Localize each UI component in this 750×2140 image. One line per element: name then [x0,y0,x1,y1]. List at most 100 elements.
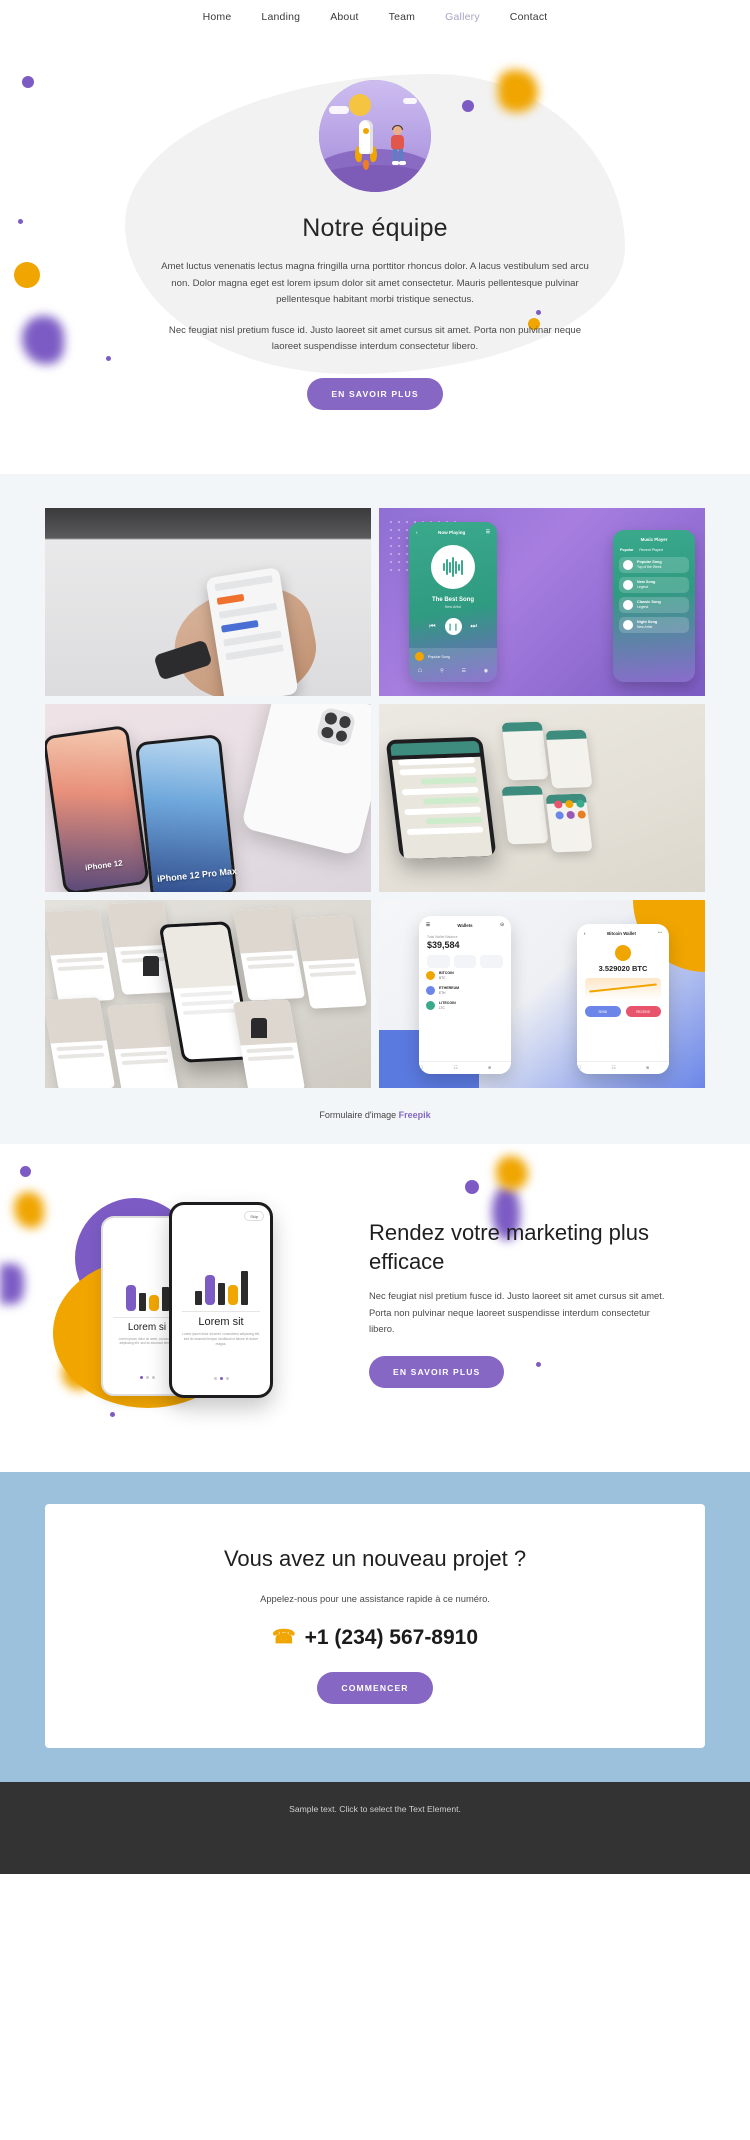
item-sub: Legend [637,585,649,590]
nav-item-about[interactable]: About [330,11,358,23]
nav-item-landing[interactable]: Landing [261,11,300,23]
phone-mockup-front: Skip Lorem sit Lorem ipsum dolor sit ame… [169,1202,273,1398]
chart-icon[interactable]: ☷ [611,1065,615,1071]
send-button[interactable]: SEND [585,1006,621,1017]
nav-item-contact[interactable]: Contact [510,11,548,23]
wallet-screen-1: ☰ Wallets ☉ Total Wallet Balance $39,584… [419,916,511,1074]
coin-sym: LTC [439,1005,445,1010]
nav-item-gallery[interactable]: Gallery [445,11,480,23]
hero-paragraph-1: Amet luctus venenatis lectus magna fring… [161,261,589,305]
start-button[interactable]: COMMENCER [317,1671,433,1704]
deco-dot-purple-6 [20,1166,31,1177]
list-item[interactable]: Classic Song Legend [619,597,689,613]
hero-paragraph-2: Nec feugiat nisl pretium fusce id. Justo… [168,324,582,353]
marketing-learn-more-button[interactable]: EN SAVOIR PLUS [369,1355,505,1388]
wallet-icon[interactable]: ■ [488,1065,491,1071]
contact-subtitle: Appelez-nous pour une assistance rapide … [260,1592,490,1604]
wallet-screen-2: ‹ Bitcoin Wallet ⋯ 3.529020 BTC SEND REC… [577,924,669,1074]
back-chevron-icon: ‹ [416,529,418,535]
item-sub: New Artist [637,625,653,630]
wallets-title: Wallets [457,922,473,928]
footer-text: Sample text. Click to select the Text El… [289,1803,461,1814]
pause-icon[interactable]: ❙❙ [444,618,462,635]
now-playing-label: Now Playing [438,529,466,535]
playlist-icon: ☰ [485,529,490,534]
home-icon[interactable]: ☖ [577,1065,581,1071]
music-player-label: Music Player [640,537,668,542]
item-sub: Legend [637,605,649,610]
contact-title: Vous avez un nouveau projet ? [223,1546,527,1571]
credit-text: Formulaire d'image [319,1110,399,1120]
contact-card: Vous avez un nouveau projet ? Appelez-no… [45,1504,705,1748]
marketing-illustration: Lorem si Lorem ipsum dolor sit amet, con… [45,1188,345,1418]
track-thumb [415,652,424,661]
gallery-tile-catalog-screens[interactable] [45,900,371,1088]
phone-front-caption: Lorem sit [198,1316,244,1329]
phone-number: +1 (234) 567-8910 [304,1625,479,1649]
music-player-screen-2: Music Player Popular Recent Played Popul… [613,530,695,682]
price-sparkline [585,978,661,1000]
bitcoin-icon [615,945,631,961]
track-name: Popular Song [428,654,450,659]
chart-icon[interactable]: ☷ [453,1065,457,1071]
coin-sym: ETH [439,990,446,995]
gallery-tile-hand-holding-phone[interactable] [45,508,371,696]
bell-icon[interactable]: ☉ [500,922,504,928]
more-icon[interactable]: ⋯ [658,930,662,936]
phone-icon: ☎ [271,1627,296,1649]
contact-section: Vous avez un nouveau projet ? Appelez-no… [0,1472,750,1782]
balance-label: Total Wallet Balance [427,935,458,939]
tab-popular[interactable]: Popular [620,548,633,552]
wallet-row[interactable]: BITCOIN BTC [419,968,511,983]
music-player-screen-1: ‹ Now Playing ☰ The Best Song New Artist… [409,522,497,682]
list-item[interactable]: New Song Legend [619,577,689,593]
main-navigation: Home Landing About Team Gallery Contact [0,0,750,34]
item-sub: Top of the Week [637,565,662,570]
gallery-tile-music-player[interactable]: ‹ Now Playing ☰ The Best Song New Artist… [379,508,705,696]
next-icon[interactable]: ⏭ [471,623,477,631]
nav-item-home[interactable]: Home [203,11,232,23]
menu-icon[interactable]: ☰ [426,922,430,928]
list-item[interactable]: Popular Song Top of the Week [619,557,689,573]
deco-blob-purple-2 [0,1264,24,1304]
home-icon[interactable]: ☖ [419,1065,423,1071]
credit-link-freepik[interactable]: Freepik [399,1110,431,1120]
wallet-row[interactable]: LITECOIN LTC [419,998,511,1013]
skip-button[interactable]: Skip [244,1211,264,1221]
marketing-paragraph: Nec feugiat nisl pretium fusce id. Justo… [369,1290,665,1335]
marketing-title: Rendez votre marketing plus efficace [369,1220,650,1275]
song-title: The Best Song [431,597,474,603]
previous-icon[interactable]: ⏮ [429,623,435,631]
balance-amount: $39,584 [427,940,460,950]
wallet-icon[interactable]: ■ [646,1065,649,1071]
list-item[interactable]: Night Song New Artist [619,617,689,633]
gallery-tile-phones-pink[interactable]: iPhone 12 iPhone 12 Pro Max [45,704,371,892]
deco-blob-yellow-2 [14,1192,44,1228]
back-icon[interactable]: ‹ [584,931,585,936]
btc-amount: 3.529020 BTC [598,964,648,973]
gallery-tile-chat-screens[interactable] [379,704,705,892]
home-icon[interactable]: ☖ [418,668,422,674]
song-artist: New Artist [444,605,462,609]
profile-icon[interactable]: ◉ [484,668,488,674]
nav-item-team[interactable]: Team [389,11,415,23]
bitcoin-wallet-title: Bitcoin Wallet [607,930,636,936]
footer: Sample text. Click to select the Text El… [0,1781,750,1874]
tab-recent[interactable]: Recent Played [639,548,662,552]
search-icon[interactable]: ⚲ [440,668,444,674]
gallery-grid: ‹ Now Playing ☰ The Best Song New Artist… [45,508,705,1088]
hero-learn-more-button[interactable]: EN SAVOIR PLUS [307,377,443,410]
receive-button[interactable]: RECEIVE [625,1006,661,1017]
coin-sym: BTC [439,975,446,980]
wallet-row[interactable]: ETHEREUM ETH [419,983,511,998]
image-credit: Formulaire d'image Freepik [0,1110,750,1120]
contact-phone[interactable]: ☎ +1 (234) 567-8910 [45,1626,705,1650]
gallery-tile-wallet-app[interactable]: ☰ Wallets ☉ Total Wallet Balance $39,584… [379,900,705,1088]
hero-section: Notre équipe Amet luctus venenatis lectu… [0,34,750,474]
gallery-section: ‹ Now Playing ☰ The Best Song New Artist… [0,474,750,1144]
marketing-section: Lorem si Lorem ipsum dolor sit amet, con… [0,1144,750,1472]
rocket-launch-icon [319,80,431,192]
library-icon[interactable]: ☰ [461,668,465,674]
page-title: Notre équipe [302,214,448,242]
landing-page: Home Landing About Team Gallery Contact [0,0,750,1874]
